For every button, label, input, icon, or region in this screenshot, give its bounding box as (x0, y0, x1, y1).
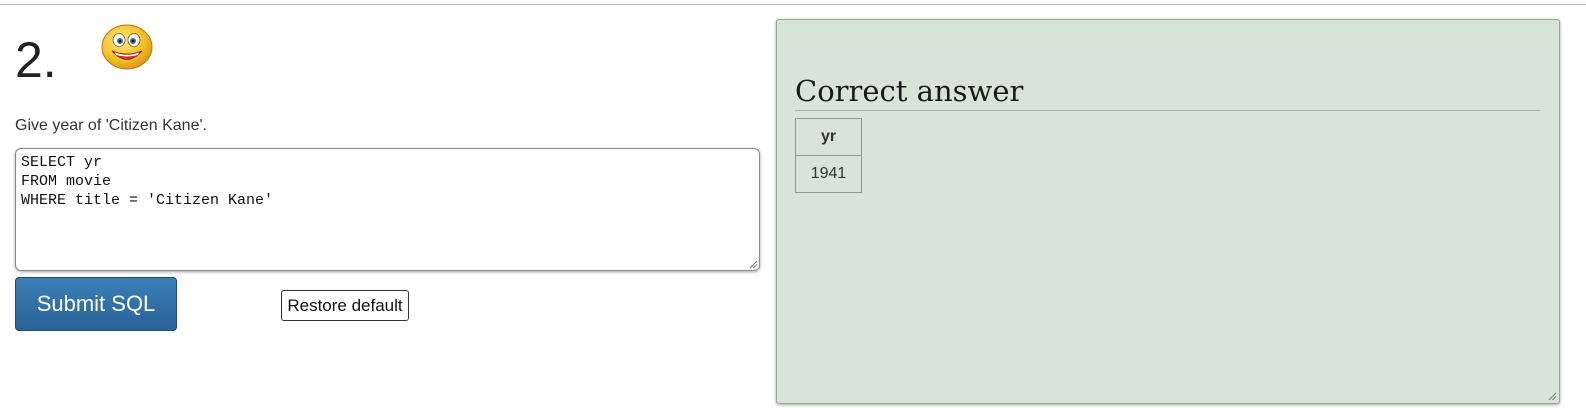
question-text: Give year of 'Citizen Kane'. (15, 117, 207, 134)
answer-divider (795, 110, 1540, 111)
top-divider (0, 4, 1586, 5)
restore-default-button[interactable]: Restore default (281, 290, 409, 321)
table-row: 1941 (795, 155, 862, 193)
submit-sql-button[interactable]: Submit SQL (15, 277, 177, 331)
sql-editor[interactable]: SELECT yr FROM movie WHERE title = 'Citi… (15, 148, 760, 271)
resize-grip-icon[interactable] (1548, 392, 1557, 401)
resize-grip-icon[interactable] (749, 260, 758, 269)
answer-table: yr 1941 (795, 118, 862, 193)
column-header-yr: yr (795, 118, 862, 156)
question-number: 2. (15, 32, 57, 88)
table-cell: 1941 (795, 155, 862, 193)
answer-panel: Correct answer yr 1941 (776, 19, 1560, 404)
answer-heading: Correct answer (795, 74, 1024, 108)
smiley-face-icon (101, 24, 153, 70)
